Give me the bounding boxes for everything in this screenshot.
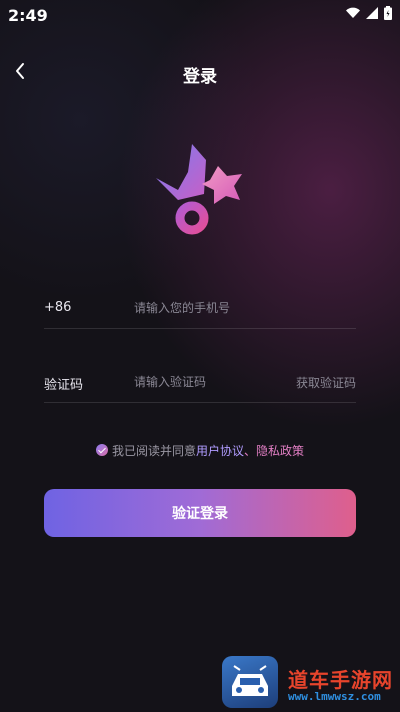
nav-bar: 登录 [0,56,400,90]
privacy-policy-link[interactable]: 隐私政策 [256,444,304,458]
watermark-url: www.lmwwsz.com [288,690,381,703]
agreement-checkbox[interactable] [95,444,108,456]
code-field: 验证码 获取验证码 [44,362,356,403]
watermark-logo [222,656,278,708]
code-input[interactable] [134,368,294,396]
wifi-icon [346,7,360,19]
user-agreement-link[interactable]: 用户协议 [196,444,244,458]
phone-input[interactable] [134,294,349,322]
car-icon [232,665,268,696]
phone-field: +86 [44,288,356,329]
code-label: 验证码 [44,378,84,393]
watermark: 道车手游网 www.lmwwsz.com [222,654,400,712]
country-code[interactable]: +86 [44,300,71,315]
get-code-button[interactable]: 获取验证码 [296,374,356,391]
agreement-text: 我已阅读并同意 [111,444,196,458]
signal-icon [366,7,378,19]
status-time: 2:49 [8,6,48,25]
agreement-separator: 、 [244,444,257,458]
verify-login-button[interactable]: 验证登录 [44,489,356,537]
battery-icon [384,6,392,20]
app-logo [156,144,242,235]
status-icons [346,6,392,20]
agreement-row: 我已阅读并同意用户协议、隐私政策 [0,442,400,459]
page-title: 登录 [183,67,217,87]
watermark-title: 道车手游网 [288,668,393,692]
status-bar: 2:49 [0,0,400,30]
